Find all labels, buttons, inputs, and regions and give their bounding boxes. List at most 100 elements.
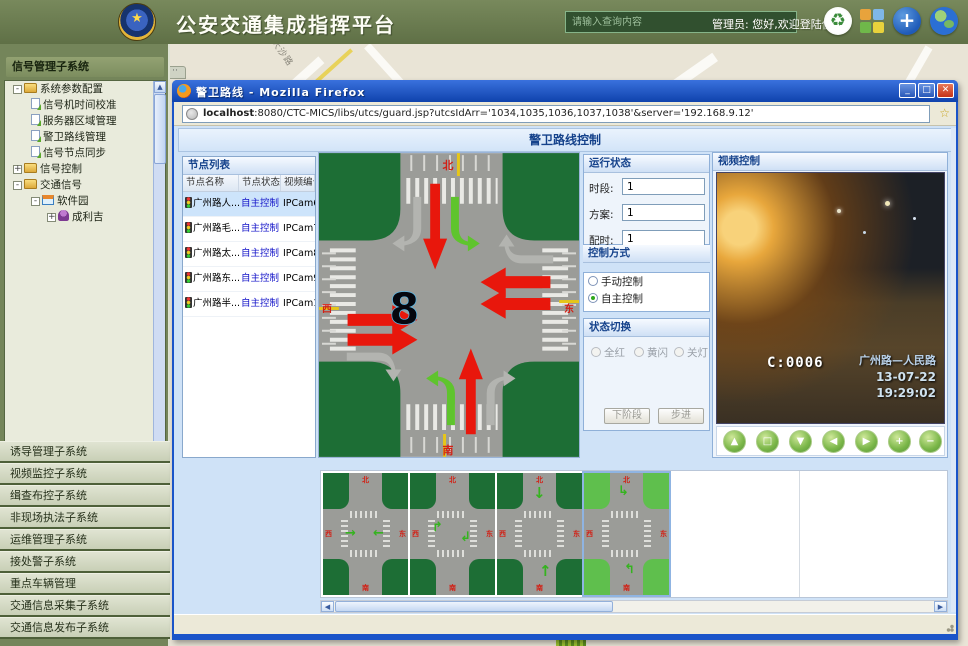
tree-item-software-park[interactable]: -软件园 bbox=[5, 193, 165, 209]
pan-up-button[interactable]: ▲ bbox=[723, 430, 746, 453]
table-row[interactable]: 广州路人... 自主控制IPCam6 bbox=[183, 192, 315, 217]
lights-off-option[interactable]: 关灯 bbox=[674, 341, 708, 360]
bookmark-star-icon[interactable]: ☆ bbox=[939, 106, 950, 120]
globe-icon[interactable] bbox=[930, 7, 958, 35]
scroll-right-icon[interactable]: ▶ bbox=[934, 601, 947, 612]
table-row[interactable]: 广州路毛... 自主控制IPCam7 bbox=[183, 217, 315, 242]
pan-right-button[interactable]: ▶ bbox=[855, 430, 878, 453]
minimize-button[interactable]: _ bbox=[899, 83, 916, 98]
plan-input[interactable] bbox=[622, 204, 705, 221]
tree-item-server-region[interactable]: 服务器区域管理 bbox=[5, 113, 165, 129]
page-edit-icon bbox=[31, 146, 40, 157]
folder-icon bbox=[24, 163, 37, 173]
horizontal-scrollbar[interactable]: ◀ ▶ bbox=[320, 600, 948, 613]
node-table-header: 节点名称 节点状态 视频编号 bbox=[183, 175, 315, 192]
subsystem-list: 诱导管理子系统 视频监控子系统 缉查布控子系统 非现场执法子系统 运维管理子系统… bbox=[0, 441, 170, 639]
tree-scrollbar[interactable]: ▲ ▼ bbox=[153, 81, 165, 477]
green-arrow-icon: ↑ bbox=[539, 565, 552, 578]
page-edit-icon bbox=[31, 114, 40, 125]
user-icon bbox=[58, 210, 69, 221]
manual-control-option[interactable]: 手动控制 bbox=[584, 275, 709, 290]
col-video-id[interactable]: 视频编号 bbox=[281, 175, 315, 191]
tree-item-traffic-signal[interactable]: -交通信号 bbox=[5, 177, 165, 193]
sidebar-item-guidance[interactable]: 诱导管理子系统 bbox=[0, 441, 170, 463]
tree-item-signal-time-calib[interactable]: 信号机时间校准 bbox=[5, 97, 165, 113]
phase-thumbnail-4-active[interactable]: 北南 西东 ↳ ↰ bbox=[584, 473, 669, 595]
page-edit-icon bbox=[31, 130, 40, 141]
tree-item-signal-node-sync[interactable]: 信号节点同步 bbox=[5, 145, 165, 161]
period-input[interactable] bbox=[622, 178, 705, 195]
stop-button[interactable]: □ bbox=[756, 430, 779, 453]
window-titlebar[interactable]: 警卫路线 - Mozilla Firefox _ □ ✕ bbox=[172, 80, 958, 102]
radio-all-red[interactable] bbox=[591, 347, 601, 357]
all-red-option[interactable]: 全红 bbox=[591, 341, 625, 360]
url-input[interactable]: localhost:8080/CTC-MICS/libs/utcs/guard.… bbox=[182, 105, 930, 123]
intersection-diagram: 北 西 东 南 8 bbox=[318, 152, 580, 458]
yellow-flash-option[interactable]: 黄闪 bbox=[634, 341, 668, 360]
state-switch-title: 状态切换 bbox=[584, 319, 709, 337]
radio-auto[interactable] bbox=[588, 293, 598, 303]
add-icon[interactable]: + bbox=[893, 7, 921, 35]
browser-window: 警卫路线 - Mozilla Firefox _ □ ✕ localhost:8… bbox=[172, 80, 958, 640]
url-path: :8080/CTC-MICS/libs/utcs/guard.jsp?utcsI… bbox=[254, 108, 753, 119]
phase-thumbnail-2[interactable]: 北南 西东 ↱ ↲ bbox=[410, 473, 495, 595]
north-label: 北 bbox=[443, 158, 454, 172]
step-button[interactable]: 步进 bbox=[658, 408, 704, 424]
tree-item-signal-control[interactable]: +信号控制 bbox=[5, 161, 165, 177]
page-title: 警卫路线控制 bbox=[178, 128, 952, 152]
scrollbar-thumb[interactable] bbox=[335, 601, 613, 612]
sidebar-item-traffic-release[interactable]: 交通信息发布子系统 bbox=[0, 617, 170, 639]
collapse-icon[interactable]: - bbox=[13, 181, 22, 190]
radio-manual[interactable] bbox=[588, 276, 598, 286]
radio-yellow-flash[interactable] bbox=[634, 347, 644, 357]
tree-item-system-params[interactable]: -系统参数配置 bbox=[5, 81, 165, 97]
expand-icon[interactable]: + bbox=[13, 165, 22, 174]
tree-item-guard-route-mgmt[interactable]: 警卫路线管理 bbox=[5, 129, 165, 145]
expand-icon[interactable]: + bbox=[47, 213, 56, 222]
page-content: 警卫路线控制 节点列表 节点名称 节点状态 视频编号 广州路人... 自主控制I… bbox=[174, 126, 956, 614]
close-button[interactable]: ✕ bbox=[937, 83, 954, 98]
app-header: ★ 公安交通集成指挥平台 管理员: 您好,欢迎登陆使用 ♻ + bbox=[0, 0, 968, 44]
sidebar-item-offsite-enforcement[interactable]: 非现场执法子系统 bbox=[0, 507, 170, 529]
police-badge-icon: ★ bbox=[118, 3, 156, 41]
sidebar-item-investigation[interactable]: 缉查布控子系统 bbox=[0, 485, 170, 507]
zoom-out-button[interactable]: − bbox=[919, 430, 942, 453]
tree-item-chenliji[interactable]: +成利吉 bbox=[5, 209, 165, 225]
table-row[interactable]: 广州路太... 自主控制IPCam8 bbox=[183, 242, 315, 267]
pan-down-button[interactable]: ▼ bbox=[789, 430, 812, 453]
phase-thumbnail-1[interactable]: 北南 西东 → ← bbox=[323, 473, 408, 595]
green-turn-arrow-icon: ↲ bbox=[460, 531, 471, 544]
zoom-in-button[interactable]: + bbox=[888, 430, 911, 453]
pan-left-button[interactable]: ◀ bbox=[822, 430, 845, 453]
table-row[interactable]: 广州路半... 自主控制IPCam10 bbox=[183, 292, 315, 317]
video-date: 13-07-22 bbox=[859, 369, 936, 385]
scroll-up-icon[interactable]: ▲ bbox=[154, 81, 166, 93]
table-row[interactable]: 广州路东... 自主控制IPCam9 bbox=[183, 267, 315, 292]
sidebar-item-ops-mgmt[interactable]: 运维管理子系统 bbox=[0, 529, 170, 551]
maximize-button[interactable]: □ bbox=[918, 83, 935, 98]
col-node-status[interactable]: 节点状态 bbox=[239, 175, 281, 191]
collapse-icon[interactable]: - bbox=[13, 85, 22, 94]
collapse-icon[interactable]: - bbox=[31, 197, 40, 206]
app-title: 公安交通集成指挥平台 bbox=[176, 9, 396, 38]
auto-control-option[interactable]: 自主控制 bbox=[584, 292, 709, 307]
radio-lights-off[interactable] bbox=[674, 347, 684, 357]
sidebar-header-signal-subsystem[interactable]: 信号管理子系统 bbox=[6, 57, 164, 77]
scrollbar-thumb[interactable] bbox=[154, 94, 166, 164]
phase-thumbnail-3[interactable]: 北南 西东 ↓ ↑ bbox=[497, 473, 582, 595]
sidebar-item-key-vehicles[interactable]: 重点车辆管理 bbox=[0, 573, 170, 595]
countdown-number: 8 bbox=[389, 284, 419, 335]
next-phase-button[interactable]: 下阶段 bbox=[604, 408, 650, 424]
sidebar-item-video-surveillance[interactable]: 视频监控子系统 bbox=[0, 463, 170, 485]
scroll-left-icon[interactable]: ◀ bbox=[321, 601, 334, 612]
refresh-icon[interactable]: ♻ bbox=[824, 7, 852, 35]
col-node-name[interactable]: 节点名称 bbox=[183, 175, 239, 191]
sidebar-item-traffic-collection[interactable]: 交通信息采集子系统 bbox=[0, 595, 170, 617]
run-status-title: 运行状态 bbox=[584, 155, 709, 173]
green-turn-arrow-icon: ↳ bbox=[618, 485, 629, 498]
resize-grip[interactable] bbox=[944, 622, 954, 632]
sidebar: 信号管理子系统 -系统参数配置 信号机时间校准 服务器区域管理 警卫路线管理 信… bbox=[0, 44, 170, 646]
sidebar-item-dispatch[interactable]: 接处警子系统 bbox=[0, 551, 170, 573]
vertical-scrollbar[interactable] bbox=[951, 128, 956, 612]
apps-grid-icon[interactable] bbox=[858, 7, 886, 35]
